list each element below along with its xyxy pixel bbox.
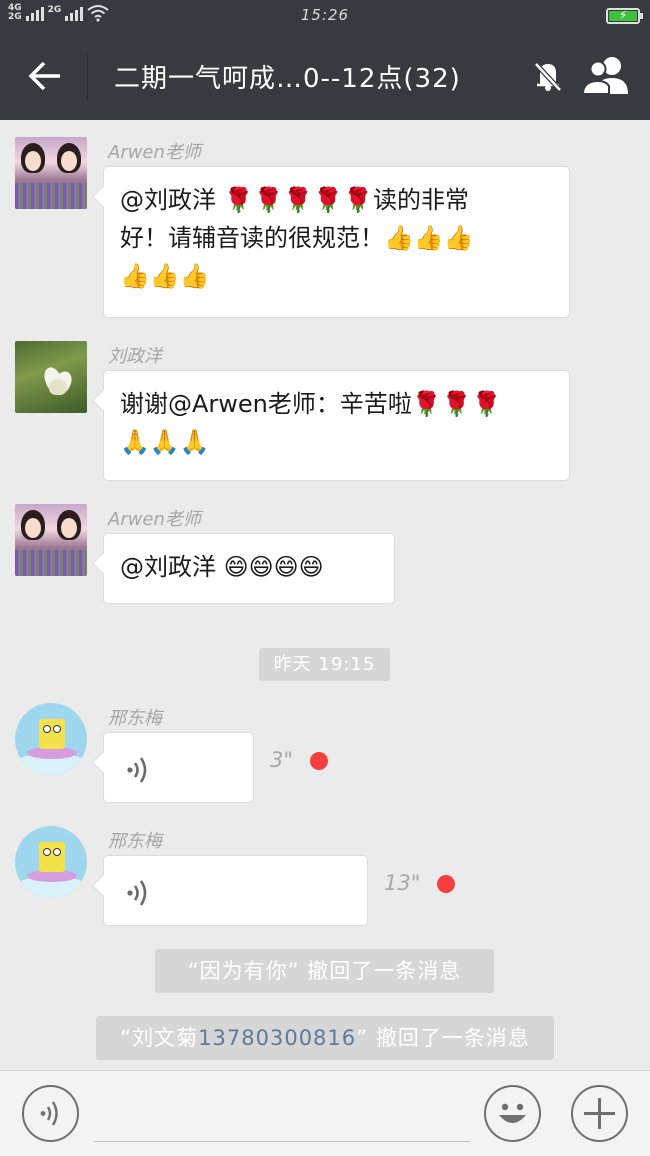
voice-duration: 3" — [270, 748, 294, 772]
message-bubble[interactable]: 谢谢@Arwen老师：辛苦啦🌹🌹🌹 🙏🙏🙏 — [103, 370, 570, 481]
unread-dot — [310, 752, 328, 770]
voice-mode-icon[interactable] — [22, 1085, 79, 1142]
sender-name: 邢东梅 — [108, 831, 162, 852]
unread-dot — [437, 875, 455, 893]
phone-number: 13780300816 — [198, 1026, 357, 1050]
input-bar — [0, 1070, 650, 1156]
voice-playback-icon — [126, 755, 152, 785]
voice-message-bubble[interactable] — [103, 855, 368, 926]
smiley-icon[interactable] — [484, 1085, 541, 1142]
avatar[interactable] — [15, 137, 87, 209]
sender-name: Arwen老师 — [108, 142, 201, 163]
sender-name: Arwen老师 — [108, 509, 201, 530]
group-icon[interactable] — [581, 54, 632, 98]
message-text: @刘政洋 🌹🌹🌹🌹🌹读的非常 — [120, 186, 470, 214]
message-text: @刘政洋 😄😄😄😄 — [120, 553, 324, 581]
message-text: 👍👍👍 — [120, 262, 210, 290]
header-divider — [87, 54, 88, 100]
message-text: 好！请辅音读的很规范！👍👍👍 — [120, 224, 474, 252]
voice-playback-icon — [126, 878, 152, 908]
message-text: 谢谢@Arwen老师：辛苦啦🌹🌹🌹 — [120, 390, 502, 418]
plus-icon[interactable] — [571, 1085, 628, 1142]
clock: 15:26 — [300, 6, 350, 24]
sender-name: 刘政洋 — [108, 346, 162, 367]
voice-message-bubble[interactable] — [103, 732, 254, 803]
avatar[interactable] — [15, 703, 87, 775]
battery-icon: ⚡ — [606, 8, 643, 24]
recall-notice: “因为有你” 撤回了一条消息 — [155, 949, 494, 993]
voice-duration: 13" — [384, 871, 421, 895]
message-bubble[interactable]: @刘政洋 🌹🌹🌹🌹🌹读的非常 好！请辅音读的很规范！👍👍👍 👍👍👍 — [103, 166, 570, 318]
timestamp: 昨天 19:15 — [259, 648, 390, 681]
chat-title: 二期一气呵成…0--12点(32) — [114, 64, 461, 94]
avatar[interactable] — [15, 341, 87, 413]
avatar[interactable] — [15, 504, 87, 576]
status-bar: 4G 2G 2G 15:26 ⚡ — [0, 0, 650, 32]
message-list[interactable]: Arwen老师 @刘政洋 🌹🌹🌹🌹🌹读的非常 好！请辅音读的很规范！👍👍👍 👍👍… — [0, 120, 650, 1070]
bell-off-icon — [532, 58, 564, 94]
avatar[interactable] — [15, 826, 87, 898]
message-text: 🙏🙏🙏 — [120, 428, 210, 456]
chat-header: 二期一气呵成…0--12点(32) — [0, 32, 650, 120]
message-input[interactable] — [94, 1141, 470, 1142]
recall-notice: “刘文菊13780300816” 撤回了一条消息 — [96, 1016, 554, 1060]
message-bubble[interactable]: @刘政洋 😄😄😄😄 — [103, 533, 395, 604]
sender-name: 邢东梅 — [108, 708, 162, 729]
arrow-left-icon[interactable] — [24, 54, 68, 98]
